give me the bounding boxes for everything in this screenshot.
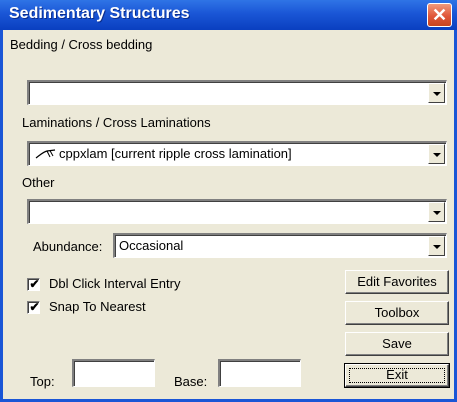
- top-input[interactable]: [72, 359, 155, 387]
- close-button[interactable]: ✕: [427, 3, 452, 27]
- edit-favorites-button[interactable]: Edit Favorites: [345, 270, 449, 294]
- check-icon: ✔: [29, 300, 40, 314]
- abundance-dropdown-arrow-icon[interactable]: [428, 236, 445, 256]
- exit-button[interactable]: Exit: [344, 363, 450, 388]
- laminations-label: Laminations / Cross Laminations: [22, 115, 211, 130]
- other-combo[interactable]: [27, 199, 447, 224]
- exit-button-label: Exit: [346, 365, 448, 386]
- dbl-click-checkbox[interactable]: ✔: [27, 277, 40, 291]
- top-label: Top:: [30, 374, 55, 389]
- ripple-lamination-icon: [35, 149, 56, 159]
- abundance-value: Occasional: [119, 238, 184, 253]
- bedding-dropdown-arrow-icon[interactable]: [428, 83, 445, 103]
- other-label: Other: [22, 175, 55, 190]
- bedding-label: Bedding / Cross bedding: [10, 37, 153, 52]
- check-icon: ✔: [29, 277, 40, 291]
- laminations-dropdown-arrow-icon[interactable]: [428, 144, 445, 164]
- laminations-value: cppxlam [current ripple cross lamination…: [59, 146, 292, 161]
- close-icon: ✕: [431, 5, 448, 25]
- bedding-combo[interactable]: [27, 80, 447, 105]
- other-dropdown-arrow-icon[interactable]: [428, 202, 445, 222]
- base-input[interactable]: [218, 359, 301, 387]
- dbl-click-label: Dbl Click Interval Entry: [49, 276, 181, 291]
- save-button[interactable]: Save: [345, 332, 449, 356]
- abundance-combo[interactable]: Occasional: [113, 233, 447, 258]
- window-title-bar: Sedimentary Structures ✕: [0, 0, 457, 30]
- base-label: Base:: [174, 374, 208, 389]
- snap-checkbox[interactable]: ✔: [27, 300, 40, 314]
- window-title: Sedimentary Structures: [9, 5, 190, 22]
- abundance-label: Abundance:: [33, 239, 103, 254]
- laminations-combo[interactable]: cppxlam [current ripple cross lamination…: [27, 141, 447, 166]
- snap-label: Snap To Nearest: [49, 299, 146, 314]
- toolbox-button[interactable]: Toolbox: [345, 301, 449, 325]
